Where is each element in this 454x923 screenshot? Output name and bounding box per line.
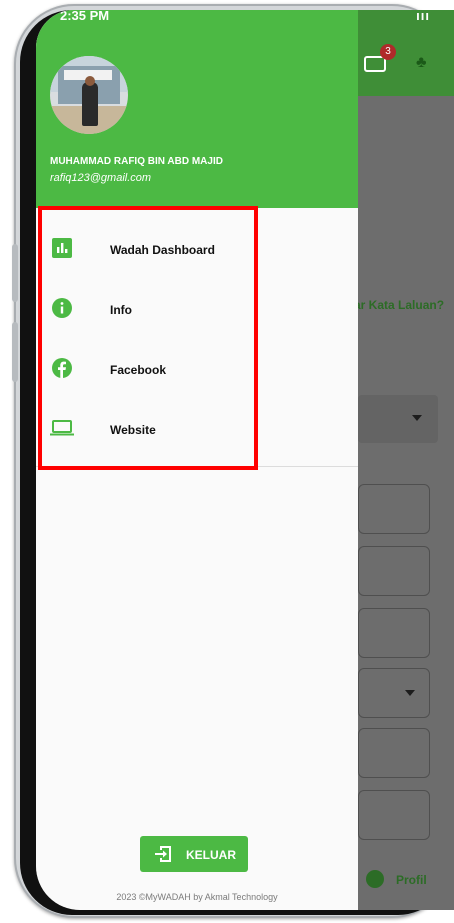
avatar-person xyxy=(82,82,98,126)
signal-icon: ııı xyxy=(416,10,430,23)
notification-badge: 3 xyxy=(380,44,396,60)
chevron-down-icon xyxy=(412,415,422,421)
status-time: 2:35 PM xyxy=(60,10,110,23)
footer-text: 2023 ©MyWADAH by Akmal Technology xyxy=(116,892,278,902)
status-bar: 2:35 PM ııı xyxy=(36,10,454,36)
bottom-nav-profile[interactable]: Profil xyxy=(358,860,448,904)
screen: 3 ♣ ar Kata Laluan? Profil 2:35 PM ııı M… xyxy=(36,10,454,910)
profile-icon xyxy=(366,870,384,888)
user-name: MUHAMMAD RAFIQ BIN ABD MAJID xyxy=(50,156,223,167)
background-input-field[interactable] xyxy=(358,484,430,534)
forgot-password-link[interactable]: ar Kata Laluan? xyxy=(354,298,444,312)
user-email: rafiq123@gmail.com xyxy=(50,172,152,184)
avatar-head xyxy=(85,76,95,86)
logout-icon xyxy=(155,846,171,862)
background-dropdown[interactable] xyxy=(358,395,438,443)
bottom-nav-profile-label: Profil xyxy=(396,873,427,887)
background-input-field[interactable] xyxy=(358,546,430,596)
avatar xyxy=(50,56,128,134)
background-input-field[interactable] xyxy=(358,728,430,778)
drawer-header: MUHAMMAD RAFIQ BIN ABD MAJID rafiq123@gm… xyxy=(36,10,358,208)
background-input-field[interactable] xyxy=(358,608,430,658)
app-logo-icon: ♣ xyxy=(416,54,427,71)
background-input-field[interactable] xyxy=(358,790,430,840)
logout-button[interactable]: KELUAR xyxy=(140,836,248,872)
background-dropdown[interactable] xyxy=(358,668,430,718)
volume-down-button xyxy=(12,322,18,382)
volume-up-button xyxy=(12,244,18,302)
highlight-box xyxy=(38,206,258,470)
logout-label: KELUAR xyxy=(186,848,236,862)
chevron-down-icon xyxy=(405,690,415,696)
